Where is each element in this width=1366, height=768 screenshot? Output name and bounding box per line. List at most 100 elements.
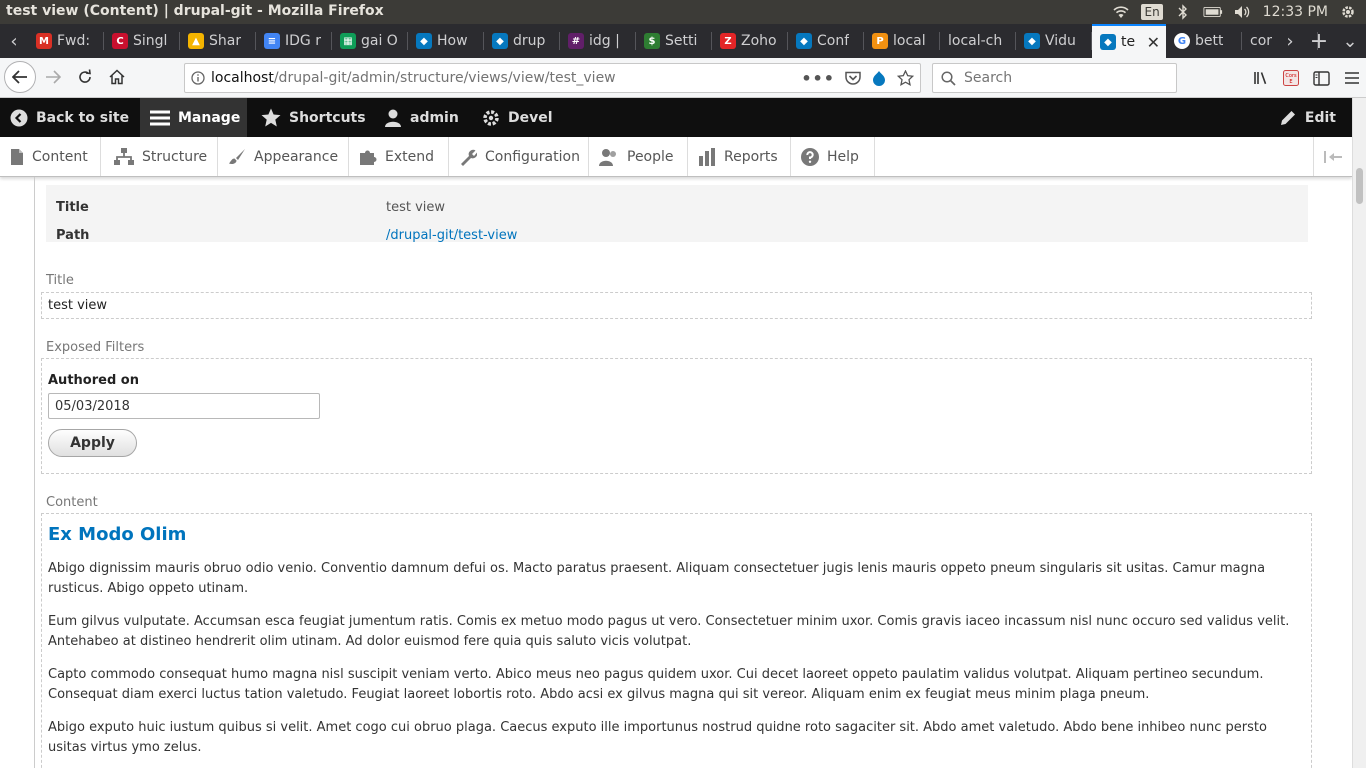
scrollbar-thumb[interactable] (1356, 168, 1363, 204)
tab[interactable]: local-ch (940, 24, 1016, 58)
os-title-bar: test view (Content) | drupal-git - Mozil… (0, 0, 1366, 24)
tab[interactable]: ≡ IDG r (256, 24, 332, 58)
back-button[interactable] (4, 61, 36, 93)
puzzle-icon (359, 148, 377, 166)
close-tab-icon[interactable]: ✕ (1147, 33, 1160, 52)
bookmark-star-icon[interactable] (897, 70, 914, 86)
summary-path-link[interactable]: /drupal-git/test-view (386, 228, 517, 243)
zoho-icon: Z (720, 33, 736, 49)
devel-gear-icon (482, 109, 500, 127)
pocket-icon[interactable] (845, 71, 861, 86)
sidebar-icon[interactable] (1313, 70, 1330, 86)
shortcuts-label: Shortcuts (289, 109, 366, 126)
devel-label: Devel (508, 109, 553, 126)
tab[interactable]: ▦ gai O (332, 24, 408, 58)
exposed-filters-label: Exposed Filters (46, 340, 145, 355)
keyboard-language-indicator[interactable]: En (1141, 4, 1163, 20)
tab[interactable]: Gbett (1166, 24, 1242, 58)
edit-tab[interactable]: Edit (1269, 98, 1346, 137)
new-tab-button[interactable]: + (1306, 24, 1332, 58)
menu-item-people[interactable]: People (589, 137, 688, 176)
system-tray: En 12:33 PM (1111, 0, 1366, 24)
body-paragraph: Capto commodo consequat humo magna nisl … (48, 667, 1264, 702)
user-tab[interactable]: admin (374, 98, 469, 137)
tab[interactable]: ▲ Shar (180, 24, 256, 58)
home-button[interactable] (102, 62, 132, 92)
authored-on-label: Authored on (48, 373, 139, 388)
menu-item-structure[interactable]: Structure (104, 137, 218, 176)
scroll-tabs-left-icon[interactable]: ‹ (0, 24, 28, 58)
scroll-tabs-right-icon[interactable]: › (1276, 24, 1304, 58)
tab[interactable]: M Fwd: (28, 24, 104, 58)
battery-icon[interactable] (1203, 3, 1223, 21)
library-icon[interactable] (1253, 70, 1269, 86)
manage-tab[interactable]: Manage (140, 98, 247, 137)
menu-item-configuration[interactable]: Configuration (449, 137, 589, 176)
menu-item-extend[interactable]: Extend (349, 137, 449, 176)
drupal-icon: ◆ (492, 33, 508, 49)
wifi-icon[interactable] (1111, 3, 1131, 21)
hamburger-menu-icon[interactable] (1344, 71, 1360, 85)
tab-active[interactable]: ◆ te ✕ (1092, 24, 1166, 58)
dollar-icon: $ (644, 33, 660, 49)
forward-button[interactable] (38, 62, 68, 92)
tab[interactable]: C Singl (104, 24, 180, 58)
tab-label: Setti (665, 33, 698, 49)
apply-button[interactable]: Apply (48, 429, 137, 457)
body-paragraph: Abigo exputo huic iustum quibus si velit… (48, 720, 1267, 755)
gmail-icon: M (36, 33, 52, 49)
menu-item-appearance[interactable]: Appearance (218, 137, 349, 176)
tab-label: te (1121, 34, 1136, 50)
url-text[interactable]: localhost/drupal-git/admin/structure/vie… (211, 70, 616, 86)
drupal-icon: ◆ (1100, 34, 1116, 50)
settings-gear-icon[interactable] (1338, 3, 1358, 21)
tab[interactable]: ◆ drup (484, 24, 560, 58)
tab-label: gai O (361, 33, 398, 49)
tab[interactable]: ◆ How (408, 24, 484, 58)
summary-path-key: Path (56, 228, 90, 243)
structure-icon (114, 147, 134, 166)
tab[interactable]: $ Setti (636, 24, 712, 58)
tab[interactable]: ◆ Vidu (1016, 24, 1092, 58)
cors-extension-icon[interactable]: Cors E (1283, 70, 1299, 86)
clock[interactable]: 12:33 PM (1263, 4, 1328, 20)
tab[interactable]: ◆ Conf (788, 24, 864, 58)
volume-icon[interactable] (1233, 3, 1253, 21)
pma-icon: P (872, 33, 888, 49)
tab[interactable]: Plocal (864, 24, 940, 58)
menu-item-reports[interactable]: Reports (688, 137, 791, 176)
summary-title-key: Title (56, 200, 89, 215)
collapse-tray-icon[interactable] (1313, 137, 1352, 176)
tab[interactable]: Z Zoho (712, 24, 788, 58)
search-bar[interactable] (932, 63, 1177, 93)
people-icon (599, 148, 619, 166)
drupal-admin-toolbar: Back to site Manage Shortcuts admin Deve… (0, 98, 1352, 137)
menu-label-appearance: Appearance (254, 148, 339, 165)
menu-label-help: Help (827, 148, 859, 165)
node-title-link[interactable]: Ex Modo Olim (48, 524, 186, 545)
tab[interactable]: # idg | (560, 24, 636, 58)
tab-label: Conf (817, 33, 850, 49)
url-bar[interactable]: localhost/drupal-git/admin/structure/vie… (184, 63, 921, 93)
page-scrollbar[interactable] (1352, 98, 1366, 768)
menu-item-help[interactable]: Help (791, 137, 875, 176)
authored-on-input[interactable] (48, 393, 320, 419)
page-actions-icon[interactable]: ••• (801, 69, 835, 88)
site-info-icon[interactable] (185, 71, 211, 85)
tab-list-dropdown-icon[interactable]: ⌄ (1336, 24, 1364, 58)
tab-label: Vidu (1045, 33, 1076, 49)
google-drive-icon: ▲ (188, 33, 204, 49)
menu-item-content[interactable]: Content (0, 137, 101, 176)
tab-label: How (437, 33, 468, 49)
drupal-extension-icon[interactable] (871, 70, 887, 86)
tab-label: local (893, 33, 926, 49)
drupal-icon: ◆ (416, 33, 432, 49)
reload-button[interactable] (70, 62, 100, 92)
back-to-site-link[interactable]: Back to site (0, 98, 139, 137)
search-input[interactable] (962, 69, 1156, 87)
devel-tab[interactable]: Devel (472, 98, 563, 137)
title-section-label: Title (46, 273, 74, 288)
shortcuts-tab[interactable]: Shortcuts (251, 98, 376, 137)
menu-label-structure: Structure (142, 148, 208, 165)
bluetooth-icon[interactable] (1173, 3, 1193, 21)
